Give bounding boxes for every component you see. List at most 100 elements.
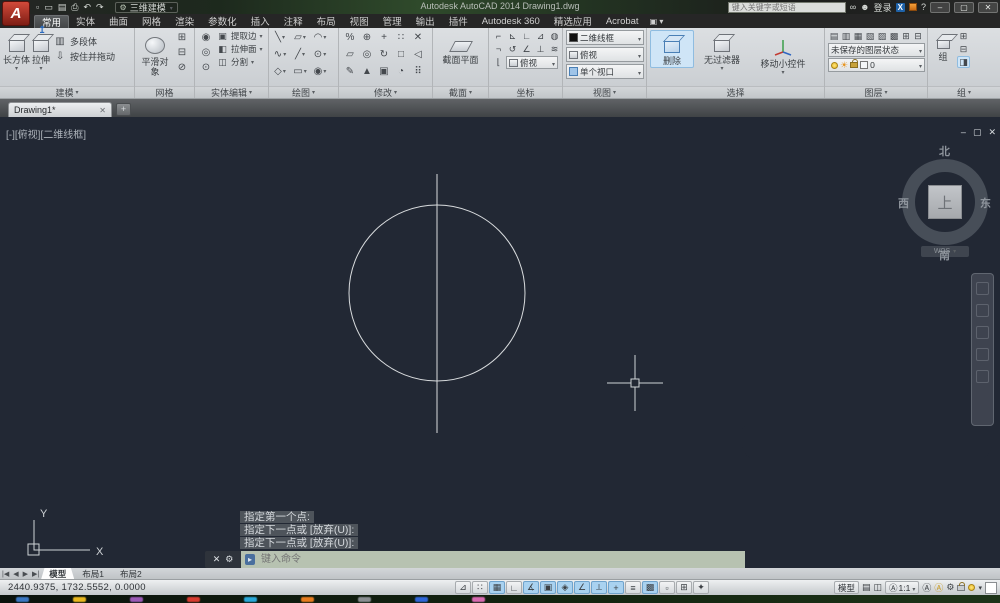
new-file-icon[interactable]: ▫ <box>36 2 39 12</box>
coordinates-readout[interactable]: 2440.9375, 1732.5552, 0.0000 <box>8 582 146 593</box>
taskbar-app-icon[interactable] <box>187 596 200 602</box>
rotate3d-icon[interactable]: ↻ <box>376 47 392 61</box>
viewcube-east-label[interactable]: 东 <box>980 195 991 211</box>
layout2-tab[interactable]: 布局2 <box>112 568 150 579</box>
layout-nav-next-icon[interactable]: ▶ <box>21 570 30 578</box>
tab-featured-apps[interactable]: 精选应用 <box>547 15 599 28</box>
move-gizmo-button[interactable]: 移动小控件 <box>750 30 816 76</box>
offset-icon[interactable]: ◎ <box>359 47 375 61</box>
ucs-named-icon[interactable]: ⌊ <box>492 57 505 69</box>
annotation-autoscale-icon[interactable]: Ⓐ <box>934 581 943 594</box>
pan-move-icon[interactable]: + <box>376 30 392 44</box>
model-space-button[interactable]: 模型 <box>833 581 859 594</box>
layer-freeze-icon[interactable]: ▩ <box>888 30 900 42</box>
smooth-object-button[interactable]: 平滑对象 <box>138 30 172 78</box>
panel-solid-title[interactable]: 实体编辑 <box>195 86 268 98</box>
subtract-icon[interactable]: ◎ <box>198 45 214 59</box>
layer-isolate-icon[interactable]: ▧ <box>864 30 876 42</box>
transparency-toggle[interactable]: ▩ <box>642 581 658 594</box>
layer-lock-icon[interactable]: ⊟ <box>912 30 924 42</box>
help-button[interactable]: ? <box>921 2 926 12</box>
spline-icon[interactable]: ∿ <box>272 47 288 61</box>
layer-off-icon[interactable]: ⊞ <box>900 30 912 42</box>
nav-showmotion-icon[interactable] <box>976 370 989 383</box>
ucs-view-dropdown[interactable]: 俯视 <box>506 56 558 69</box>
nav-orbit-icon[interactable] <box>976 348 989 361</box>
wcs-dropdown[interactable]: WCS <box>921 246 969 257</box>
command-close-icon[interactable]: ✕ <box>213 554 221 565</box>
scale-icon[interactable]: □ <box>393 47 409 61</box>
layout-nav-first-icon[interactable]: |◀ <box>0 570 11 578</box>
panel-draw-title[interactable]: 绘图 <box>269 86 338 98</box>
workspace-gear-icon[interactable]: ⚙ <box>946 582 954 593</box>
file-tab-close-icon[interactable]: ✕ <box>99 106 106 115</box>
tab-output[interactable]: 输出 <box>409 15 442 28</box>
quick-view-icon[interactable]: ◫ <box>874 582 883 593</box>
intersect-icon[interactable]: ⊙ <box>198 60 214 74</box>
quick-properties-toggle[interactable]: ▫ <box>659 581 675 594</box>
tab-insert[interactable]: 插入 <box>244 15 277 28</box>
move-icon[interactable]: % <box>342 30 358 44</box>
app-logo[interactable]: A <box>2 1 30 26</box>
mesh-crease-icon[interactable]: ⊘ <box>174 60 190 74</box>
nav-pan-icon[interactable] <box>976 304 989 317</box>
tab-autodesk360[interactable]: Autodesk 360 <box>475 15 547 28</box>
tab-render[interactable]: 渲染 <box>168 15 201 28</box>
mirror-icon[interactable]: ▲ <box>359 64 375 78</box>
search-input[interactable] <box>727 1 846 13</box>
taskbar-app-icon[interactable] <box>130 596 143 602</box>
stretch-icon[interactable]: ▣ <box>376 64 392 78</box>
viewcube-north-label[interactable]: 北 <box>939 143 950 159</box>
isolate-objects-icon[interactable] <box>968 584 976 591</box>
ucs-icon[interactable]: ⌐ <box>492 30 505 42</box>
panel-selection-title[interactable]: 选择 <box>647 86 824 98</box>
ucs-object-icon[interactable]: ⊿ <box>534 30 547 42</box>
copy-icon[interactable]: ▱ <box>342 47 358 61</box>
tab-acrobat[interactable]: Acrobat <box>599 15 646 28</box>
taskbar-app-icon[interactable] <box>16 596 29 602</box>
polysolid-button[interactable]: ▥ 多段体 <box>52 34 115 48</box>
ucs-rotate-icon[interactable]: ↺ <box>506 43 519 55</box>
tab-layout[interactable]: 布局 <box>310 15 343 28</box>
panel-modeling-title[interactable]: 建模 <box>0 86 134 98</box>
command-badge-icon[interactable]: ▸ <box>245 554 256 565</box>
annotation-visibility-icon[interactable]: Ⓐ <box>922 581 931 594</box>
ui-lock-icon[interactable] <box>957 581 966 591</box>
command-input[interactable] <box>259 553 741 566</box>
new-drawing-tab-button[interactable]: + <box>116 103 131 116</box>
box-button[interactable]: 长方体 <box>3 30 30 72</box>
window-minimize-button[interactable]: – <box>930 1 950 13</box>
panel-layers-title[interactable]: 图层 <box>825 86 927 98</box>
object-snap-tracking-toggle[interactable]: ∠ <box>574 581 590 594</box>
ortho-toggle[interactable]: ∟ <box>506 581 522 594</box>
autodesk-store-icon[interactable] <box>908 3 917 11</box>
ucs-view-icon[interactable]: ⊥ <box>534 43 547 55</box>
snap-toggle[interactable]: ∷ <box>472 581 488 594</box>
exchange-apps-icon[interactable]: X <box>895 2 905 12</box>
window-maximize-button[interactable]: ▢ <box>954 1 974 13</box>
infer-constraints-toggle[interactable]: ⊿ <box>455 581 471 594</box>
mesh-reduce-icon[interactable]: ⊟ <box>174 45 190 59</box>
ucs-3point-icon[interactable]: ≋ <box>548 43 561 55</box>
polar-tracking-toggle[interactable]: ∡ <box>523 581 539 594</box>
panel-group-title[interactable]: 组 <box>928 86 1000 98</box>
search-binoculars-icon[interactable]: ∞ <box>850 2 856 12</box>
layer-properties-icon[interactable]: ▤ <box>828 30 840 42</box>
save-icon[interactable]: ▤ <box>58 2 67 12</box>
dynamic-ucs-toggle[interactable]: ⟂ <box>591 581 607 594</box>
taskbar-app-icon[interactable] <box>415 596 428 602</box>
annotation-monitor-toggle[interactable]: ✦ <box>693 581 709 594</box>
viewport-config-dropdown[interactable]: 单个视口 <box>566 64 644 79</box>
panel-view-title[interactable]: 视图 <box>563 86 646 98</box>
panel-coords-title[interactable]: 坐标 <box>489 86 562 98</box>
visual-style-dropdown[interactable]: 二维线框 <box>566 30 644 45</box>
tab-mesh[interactable]: 网格 <box>135 15 168 28</box>
circle-icon[interactable]: ⊙ <box>312 47 328 61</box>
ucs-face-icon[interactable]: ¬ <box>492 43 505 55</box>
ucs-world-icon[interactable]: ⊾ <box>506 30 519 42</box>
layer-prev-icon[interactable]: ▦ <box>852 30 864 42</box>
taskbar-app-icon[interactable] <box>472 596 485 602</box>
rectangle-icon[interactable]: ▱ <box>292 30 308 44</box>
group-select-toggle-icon[interactable]: ◨ <box>957 56 970 68</box>
layer-state-dropdown[interactable]: 未保存的图层状态 <box>828 43 925 57</box>
